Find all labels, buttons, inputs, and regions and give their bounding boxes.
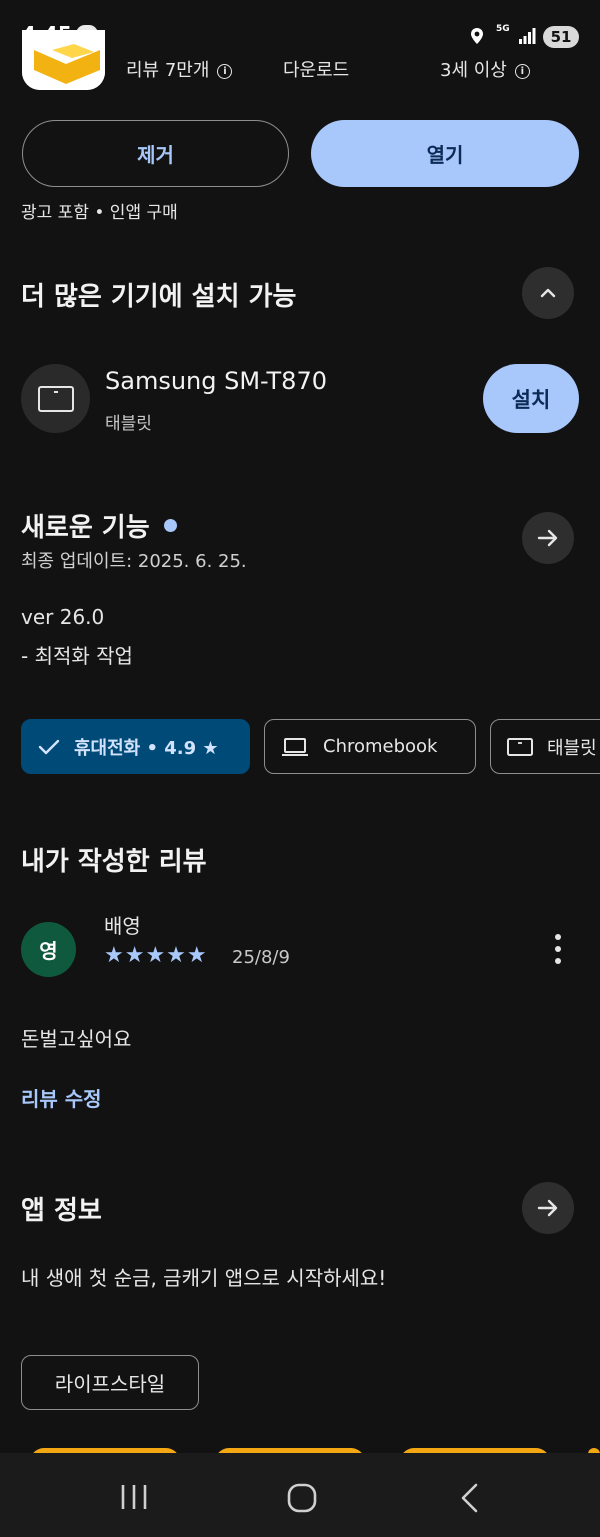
app-icon xyxy=(22,30,105,90)
laptop-icon xyxy=(282,737,308,756)
info-icon[interactable]: i xyxy=(514,64,530,79)
review-body: 돈벌고싶어요 xyxy=(21,1027,132,1051)
device-name: Samsung SM-T870 xyxy=(105,367,327,395)
avatar: 영 xyxy=(21,922,76,977)
arrow-right-icon xyxy=(537,1199,558,1217)
device-avatar xyxy=(21,364,90,433)
version-text: ver 26.0 xyxy=(21,605,105,629)
age-rating[interactable]: 3세 이상 i xyxy=(440,56,530,82)
chip-tablet[interactable]: 태블릿 xyxy=(490,719,600,774)
check-icon xyxy=(38,739,60,754)
chevron-up-icon xyxy=(540,288,556,298)
install-button[interactable]: 설치 xyxy=(483,364,579,433)
tablet-icon xyxy=(37,385,74,412)
remove-button[interactable]: 제거 xyxy=(22,120,289,187)
new-indicator-dot xyxy=(163,519,177,532)
chip-label: Chromebook xyxy=(323,736,438,757)
chip-phone[interactable]: 휴대전화 • 4.9 ★ xyxy=(21,719,250,774)
more-devices-title: 더 많은 기기에 설치 가능 xyxy=(21,282,297,312)
more-vert-icon xyxy=(555,934,561,964)
whats-new-arrow-button[interactable] xyxy=(522,512,574,564)
review-stars: ★★★★★ xyxy=(104,943,208,968)
system-nav-bar xyxy=(0,1453,600,1537)
open-button[interactable]: 열기 xyxy=(311,120,579,187)
reviews-count[interactable]: 리뷰 7만개 i xyxy=(126,56,233,82)
last-updated: 최종 업데이트: 2025. 6. 25. xyxy=(21,551,247,572)
app-info-arrow-button[interactable] xyxy=(522,1182,574,1234)
downloads-label: 다운로드 xyxy=(283,60,350,81)
app-description: 내 생애 첫 순금, 금캐기 앱으로 시작하세요! xyxy=(21,1266,387,1290)
signal-icon xyxy=(519,28,536,44)
category-chip[interactable]: 라이프스타일 xyxy=(21,1355,199,1410)
back-icon[interactable] xyxy=(458,1482,482,1514)
chip-label: 태블릿 xyxy=(547,737,597,759)
app-info-title: 앱 정보 xyxy=(21,1196,102,1226)
review-author: 배영 xyxy=(104,914,141,938)
release-notes: - 최적화 작업 xyxy=(21,644,133,668)
my-review-title: 내가 작성한 리뷰 xyxy=(21,847,207,877)
arrow-right-icon xyxy=(537,529,558,547)
home-icon[interactable] xyxy=(286,1482,318,1514)
edit-review-link[interactable]: 리뷰 수정 xyxy=(21,1083,102,1112)
info-icon[interactable]: i xyxy=(217,64,233,79)
recent-apps-icon[interactable] xyxy=(119,1483,149,1511)
chip-chromebook[interactable]: Chromebook xyxy=(264,719,476,774)
network-type-icon: 5G xyxy=(496,24,510,34)
device-type: 태블릿 xyxy=(105,414,152,434)
ads-inapp-note: 광고 포함 • 인앱 구매 xyxy=(21,203,178,223)
tablet-icon xyxy=(507,737,533,756)
chip-label: 휴대전화 • 4.9 ★ xyxy=(74,737,219,759)
collapse-button[interactable] xyxy=(522,267,574,319)
location-icon xyxy=(471,28,483,44)
whats-new-title: 새로운 기능 xyxy=(21,507,177,544)
review-date: 25/8/9 xyxy=(232,947,290,968)
more-options-button[interactable] xyxy=(548,932,568,966)
battery-icon: 51 xyxy=(543,26,579,48)
